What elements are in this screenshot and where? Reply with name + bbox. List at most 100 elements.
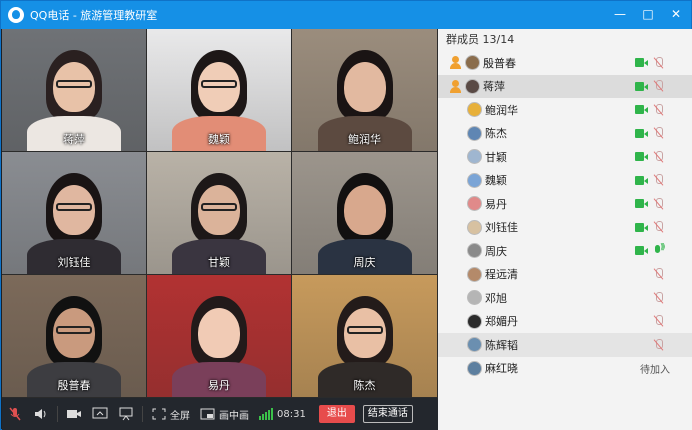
- video-tile[interactable]: 魏颖: [147, 29, 292, 152]
- member-row[interactable]: 蒋萍: [438, 74, 692, 98]
- member-avatar: [467, 290, 482, 306]
- member-row[interactable]: 魏颖: [438, 169, 692, 193]
- tile-participant-name: 周庆: [353, 256, 376, 269]
- mic-muted-icon: [653, 80, 664, 92]
- speaker-button[interactable]: [28, 398, 54, 430]
- member-name: 殷普春: [483, 56, 516, 70]
- member-avatar: [467, 360, 482, 376]
- mic-muted-icon: [653, 315, 664, 327]
- member-panel: 群成员 13/14 殷普春蒋萍鲍润华陈杰甘颖魏颖易丹刘钰佳周庆程远清邓旭郑媚丹陈…: [438, 29, 692, 430]
- tile-participant-name: 蒋萍: [63, 133, 85, 146]
- toolbar-divider: [57, 406, 58, 422]
- video-tile[interactable]: 甘颖: [147, 152, 292, 275]
- member-name: 甘颖: [485, 150, 507, 164]
- member-avatar: [467, 219, 482, 235]
- member-row[interactable]: 鲍润华: [438, 98, 692, 122]
- tile-participant-name: 易丹: [208, 379, 230, 392]
- member-status: [635, 56, 664, 69]
- video-tile[interactable]: 陈杰: [292, 275, 438, 398]
- glasses-icon: [201, 80, 237, 88]
- mic-muted-icon: [653, 103, 664, 116]
- fullscreen-label: 全屏: [170, 410, 190, 422]
- member-name: 程远清: [485, 268, 518, 282]
- member-avatar: [467, 149, 482, 165]
- member-avatar: [467, 102, 482, 118]
- camera-on-icon: [635, 128, 648, 138]
- mic-muted-icon: [653, 56, 664, 69]
- camera-on-icon: [635, 81, 648, 91]
- mic-muted-icon: [653, 197, 664, 210]
- glasses-icon: [56, 80, 92, 88]
- mic-muted-icon: [653, 338, 664, 351]
- end-call-button[interactable]: 结束通话: [362, 405, 413, 423]
- video-grid: 蒋萍 魏颖 鲍润华 刘钰佳 甘颖 周庆 殷普春 易丹 陈杰: [2, 29, 438, 398]
- video-tile[interactable]: 周庆: [292, 152, 438, 275]
- mic-muted-icon: [653, 150, 664, 163]
- share-screen-button[interactable]: [87, 398, 113, 430]
- video-tile[interactable]: 刘钰佳: [2, 152, 147, 275]
- member-status: [635, 127, 664, 139]
- host-user-icon: [449, 79, 462, 93]
- tile-participant-name: 甘颖: [208, 256, 230, 269]
- call-status: 08:31: [254, 398, 311, 430]
- window-title: QQ电话 - 旅游管理教研室: [30, 9, 158, 22]
- presentation-icon: [119, 407, 133, 421]
- video-tile[interactable]: 殷普春: [2, 275, 147, 398]
- member-row[interactable]: 甘颖: [438, 145, 692, 169]
- member-list: 殷普春蒋萍鲍润华陈杰甘颖魏颖易丹刘钰佳周庆程远清邓旭郑媚丹陈辉韬麻红晓 待加入: [438, 51, 692, 380]
- qq-call-logo-icon: [8, 7, 24, 23]
- presentation-button[interactable]: [113, 398, 139, 430]
- member-row[interactable]: 陈杰: [438, 122, 692, 146]
- minimize-button[interactable]: —: [611, 5, 629, 23]
- member-name: 易丹: [485, 197, 507, 211]
- fullscreen-button[interactable]: 全屏: [146, 398, 195, 430]
- member-name: 陈杰: [485, 127, 507, 141]
- mute-mic-button[interactable]: [2, 398, 28, 430]
- title-bar[interactable]: QQ电话 - 旅游管理教研室 — □ ✕: [1, 1, 691, 29]
- qq-call-window: QQ电话 - 旅游管理教研室 — □ ✕ 蒋萍 魏颖 鲍润华 刘钰佳 甘颖 周庆…: [0, 0, 692, 430]
- camera-on-icon: [635, 58, 648, 68]
- close-button[interactable]: ✕: [667, 5, 685, 23]
- mic-muted-icon: [653, 174, 664, 186]
- pip-label: 画中画: [219, 410, 249, 422]
- pip-button[interactable]: 画中画: [195, 398, 254, 430]
- member-row[interactable]: 陈辉韬: [438, 333, 692, 357]
- exit-button[interactable]: 退出: [318, 405, 355, 423]
- mic-muted-icon: [653, 291, 664, 304]
- camera-icon: [67, 410, 81, 418]
- mic-muted-icon: [653, 268, 664, 280]
- member-status: [635, 103, 664, 116]
- member-count-header: 群成员 13/14: [438, 29, 692, 51]
- member-row[interactable]: 周庆: [438, 239, 692, 263]
- member-avatar: [465, 78, 480, 94]
- tile-participant-name: 陈杰: [353, 379, 376, 392]
- fullscreen-icon: [152, 408, 166, 420]
- member-status: [653, 268, 664, 280]
- member-row[interactable]: 麻红晓 待加入: [438, 357, 692, 381]
- mic-muted-icon: [9, 407, 21, 421]
- share-screen-icon: [92, 407, 108, 419]
- video-tile[interactable]: 蒋萍: [2, 29, 147, 152]
- member-status: [635, 221, 664, 233]
- video-tile[interactable]: 鲍润华: [292, 29, 438, 152]
- member-row[interactable]: 刘钰佳: [438, 216, 692, 240]
- maximize-button[interactable]: □: [639, 5, 657, 23]
- member-row[interactable]: 易丹: [438, 192, 692, 216]
- video-tile[interactable]: 易丹: [147, 275, 292, 398]
- member-row[interactable]: 郑媚丹: [438, 310, 692, 334]
- member-row[interactable]: 殷普春: [438, 51, 692, 75]
- mic-speaking-icon: [653, 242, 664, 257]
- member-name: 周庆: [485, 244, 507, 258]
- member-status: [653, 338, 664, 351]
- camera-button[interactable]: [61, 398, 87, 430]
- camera-on-icon: [635, 199, 648, 209]
- member-avatar: [467, 172, 482, 188]
- camera-on-icon: [635, 222, 648, 232]
- member-status: [635, 150, 664, 163]
- glasses-icon: [56, 203, 92, 211]
- camera-on-icon: [635, 105, 648, 115]
- member-row[interactable]: 邓旭: [438, 286, 692, 310]
- member-avatar: [467, 243, 482, 259]
- pending-status: 待加入: [640, 364, 670, 376]
- member-row[interactable]: 程远清: [438, 263, 692, 287]
